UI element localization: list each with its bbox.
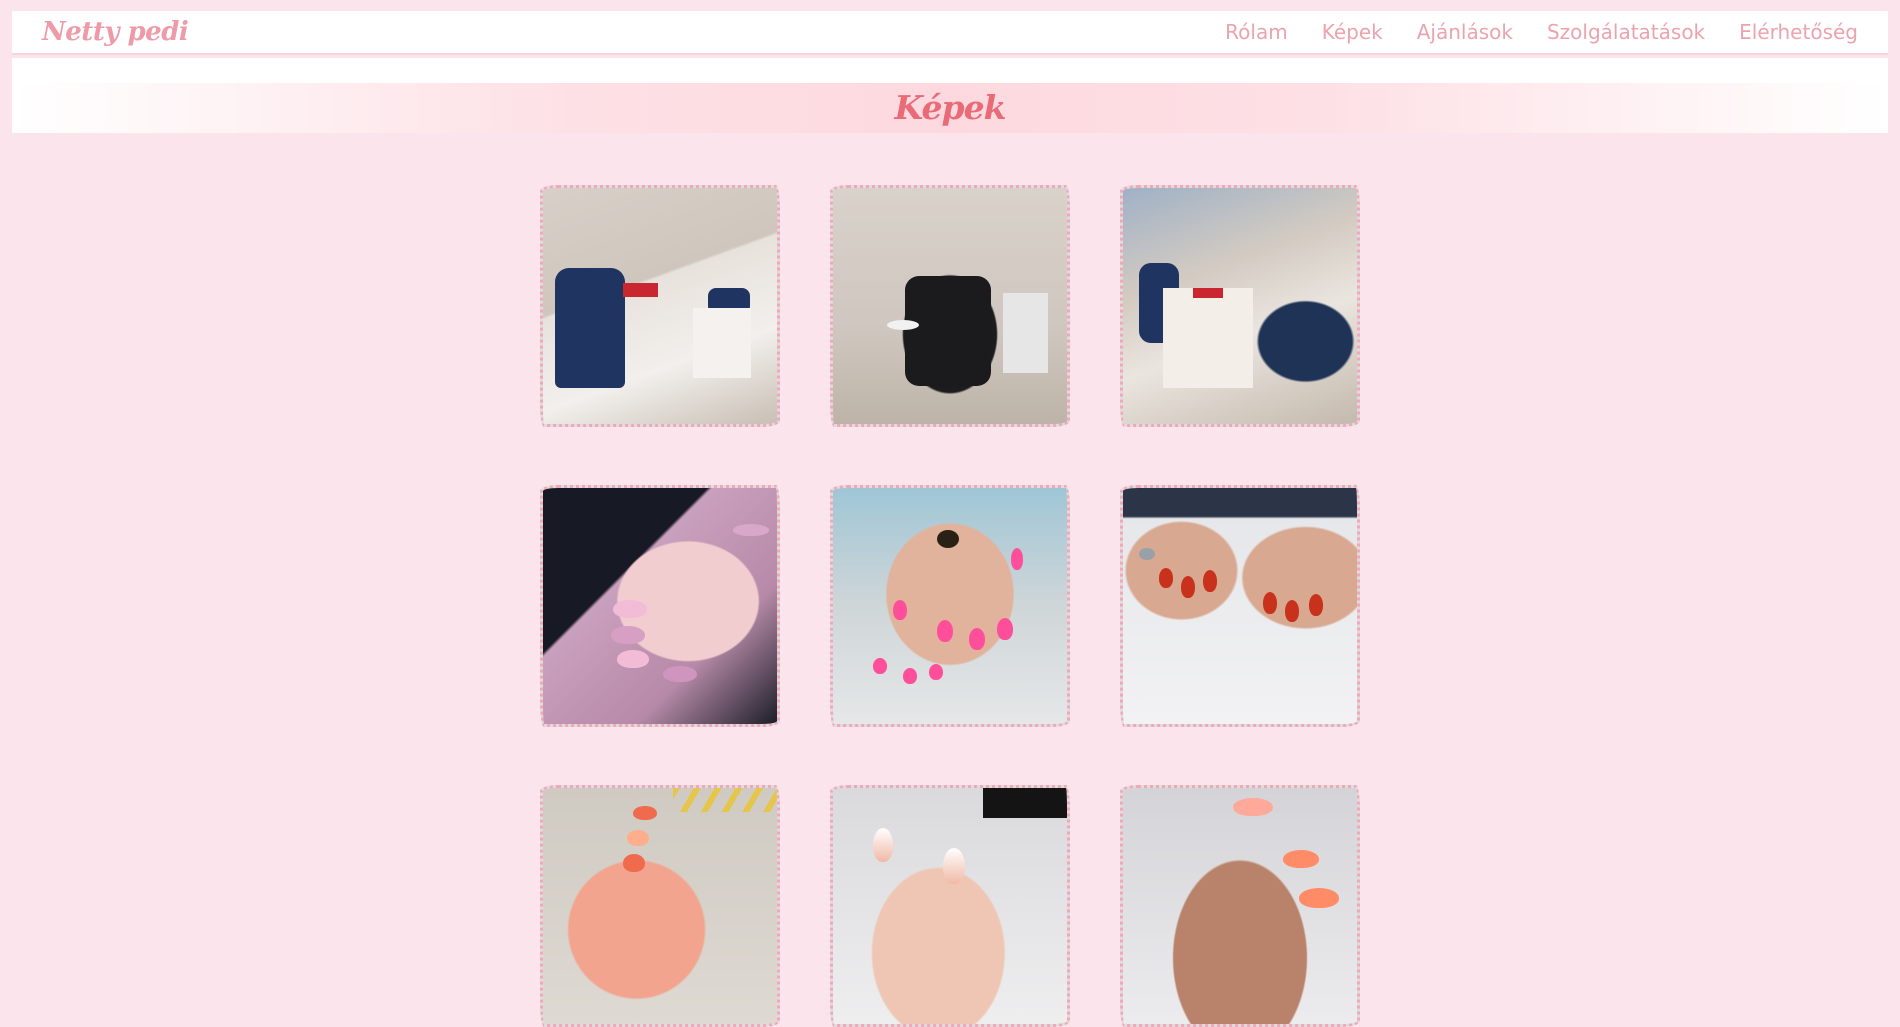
pink-almond-nails-image <box>543 488 777 724</box>
coral-nails-image <box>1123 788 1357 1024</box>
nav-link-kepek[interactable]: Képek <box>1322 20 1383 44</box>
photo-pink-almond-nails[interactable] <box>540 485 780 727</box>
page-title: Képek <box>894 88 1007 127</box>
nav-link-elerhetoseg[interactable]: Elérhetőség <box>1739 20 1858 44</box>
brand-logo[interactable]: Netty pedi <box>42 17 189 47</box>
hot-pink-nails-image <box>833 488 1067 724</box>
pedicure-chair-image <box>833 188 1067 424</box>
nav-links: Rólam Képek Ajánlások Szolgálatatások El… <box>1225 20 1858 44</box>
orange-nails-image <box>543 788 777 1024</box>
nav-link-szolgaltatasok[interactable]: Szolgálatatások <box>1547 20 1705 44</box>
photo-red-nails[interactable] <box>1120 485 1360 727</box>
salon-desk-image <box>543 188 777 424</box>
photo-orange-nails[interactable] <box>540 785 780 1027</box>
salon-desk-window-image <box>1123 188 1357 424</box>
nav-link-ajanlasok[interactable]: Ajánlások <box>1417 20 1513 44</box>
photo-ombre-nails[interactable] <box>830 785 1070 1027</box>
red-nails-image <box>1123 488 1357 724</box>
title-band: Képek <box>12 58 1888 133</box>
nav-link-rolam[interactable]: Rólam <box>1225 20 1288 44</box>
photo-coral-nails[interactable] <box>1120 785 1360 1027</box>
ombre-nails-image <box>833 788 1067 1024</box>
photo-salon-desk[interactable] <box>540 185 780 427</box>
photo-salon-desk-window[interactable] <box>1120 185 1360 427</box>
photo-hot-pink-nails[interactable] <box>830 485 1070 727</box>
photo-pedicure-chair[interactable] <box>830 185 1070 427</box>
navbar: Netty pedi Rólam Képek Ajánlások Szolgál… <box>12 11 1888 55</box>
